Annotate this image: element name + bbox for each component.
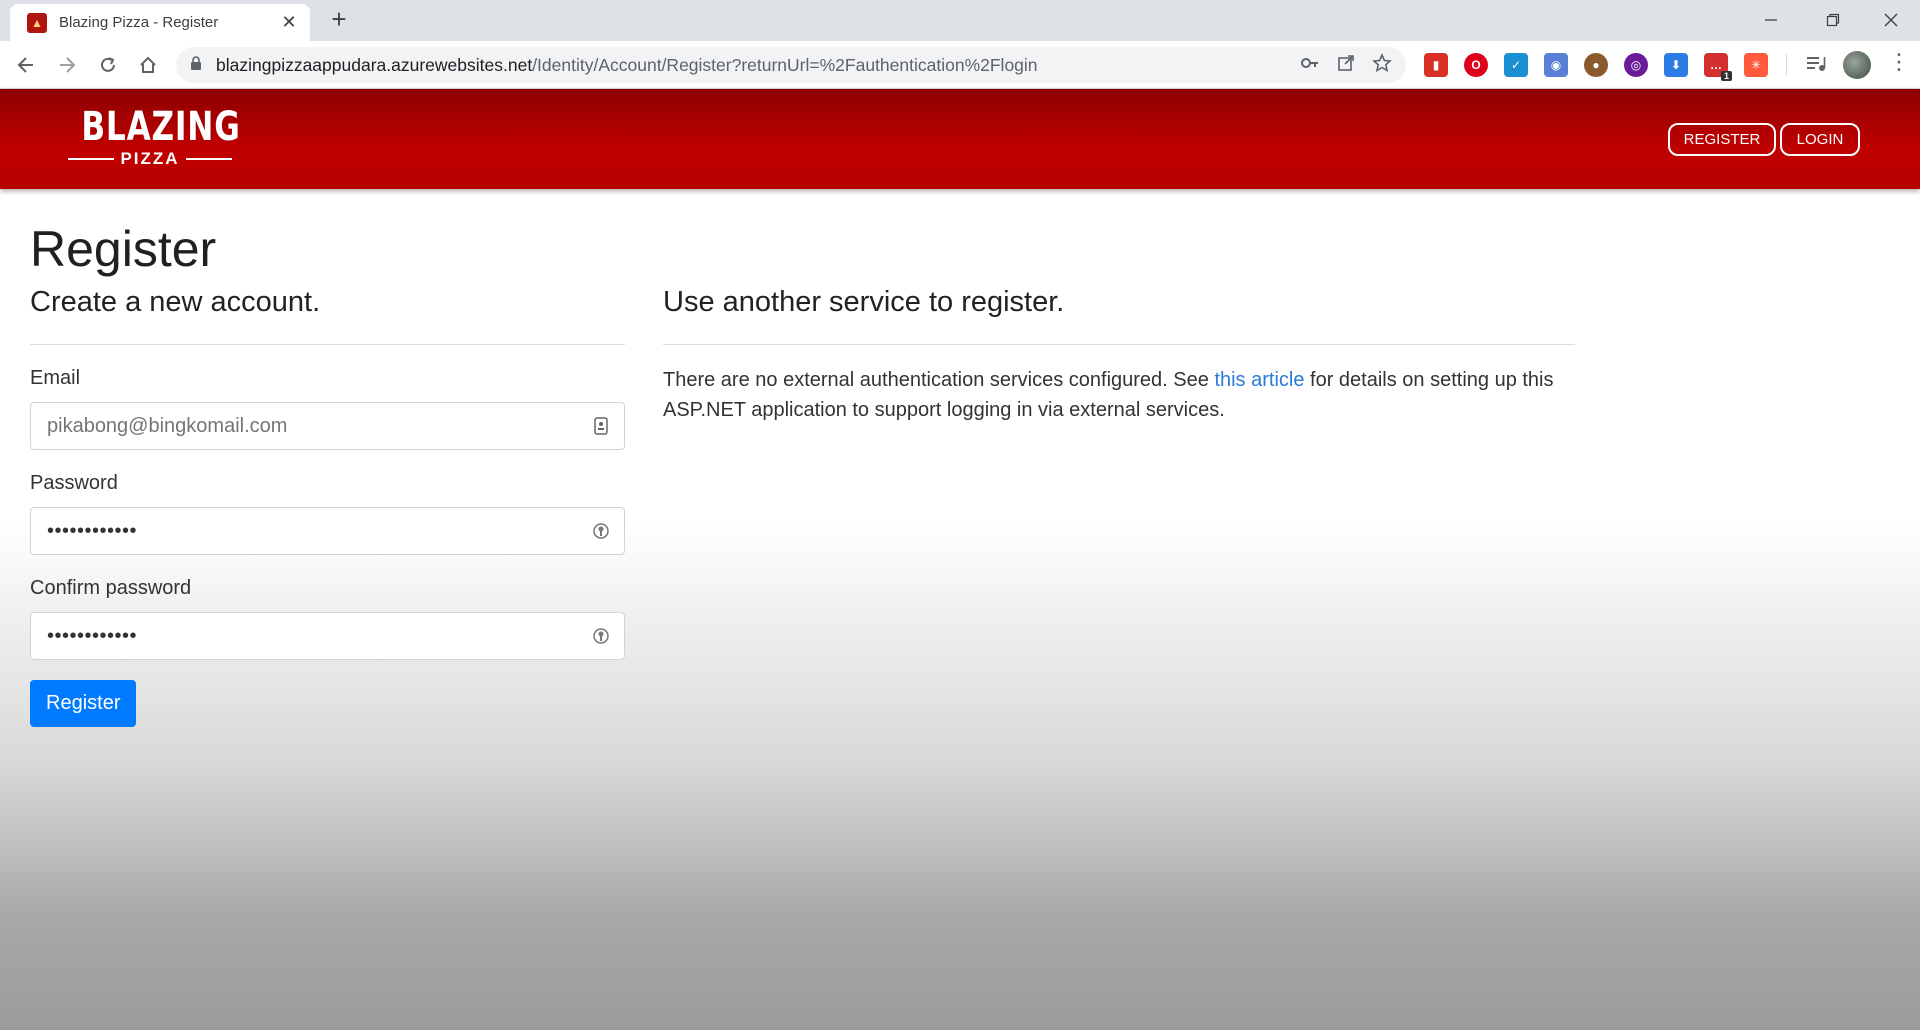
minimize-window-icon[interactable]	[1748, 4, 1794, 36]
browser-menu-icon[interactable]: ⋮	[1888, 51, 1910, 73]
open-external-icon[interactable]	[1336, 53, 1356, 78]
register-submit-button[interactable]: Register	[30, 680, 137, 727]
blazing-pizza-logo[interactable]: BLAZING PIZZA	[62, 104, 241, 173]
url-host: blazingpizzaappudara.azurewebsites.net	[216, 54, 533, 75]
restore-window-icon[interactable]	[1810, 4, 1856, 36]
confirm-password-field[interactable]: ••••••••••••	[30, 612, 625, 660]
password-value: ••••••••••••	[47, 519, 138, 542]
browser-toolbar: blazingpizzaappudara.azurewebsites.net/I…	[0, 41, 1920, 89]
logo-line-left	[68, 158, 115, 160]
browser-tab[interactable]: ▲ Blazing Pizza - Register ✕	[10, 4, 310, 41]
create-account-heading: Create a new account.	[30, 286, 321, 318]
close-window-icon[interactable]	[1868, 4, 1914, 36]
close-tab-icon[interactable]: ✕	[278, 12, 300, 33]
confirm-password-key-icon[interactable]	[591, 626, 611, 646]
external-service-heading: Use another service to register.	[663, 286, 1065, 318]
extensions-bar: ▮ O ✓ ◉ ● ◎ ⬇ … 1 ✳	[1424, 51, 1871, 81]
external-login-section: Use another service to register. There a…	[663, 286, 1575, 425]
password-key-icon[interactable]	[591, 521, 611, 541]
pizza-favicon-icon: ▲	[27, 12, 47, 33]
forward-arrow-icon[interactable]	[51, 49, 83, 81]
header-register-button[interactable]: REGISTER	[1668, 123, 1776, 156]
password-field[interactable]: ••••••••••••	[30, 507, 625, 555]
messages-badge: 1	[1720, 71, 1732, 81]
lock-icon	[190, 56, 202, 74]
camera-extension-icon[interactable]: ◉	[1544, 53, 1568, 77]
cookie-extension-icon[interactable]: ●	[1584, 53, 1608, 77]
divider	[663, 344, 1575, 345]
password-label: Password	[30, 472, 118, 494]
logo-bottom: PIZZA	[62, 149, 238, 169]
opera-extension-icon[interactable]: O	[1464, 53, 1488, 77]
browser-tabstrip: ▲ Blazing Pizza - Register ✕ +	[0, 0, 1920, 41]
logo-top-text: BLAZING	[81, 104, 241, 150]
url-text: blazingpizzaappudara.azurewebsites.net/I…	[216, 55, 1038, 76]
email-input[interactable]	[47, 414, 567, 438]
url-path: /Identity/Account/Register?returnUrl=%2F…	[532, 54, 1038, 75]
header-login-button[interactable]: LOGIN	[1780, 123, 1860, 156]
messages-extension-glyph: …	[1710, 58, 1722, 72]
this-article-link[interactable]: this article	[1214, 369, 1304, 391]
app-header: BLAZING PIZZA	[0, 89, 1920, 189]
external-auth-info: There are no external authentication ser…	[663, 365, 1573, 425]
new-tab-button[interactable]: +	[325, 6, 353, 34]
color-picker-extension-icon[interactable]: ◎	[1624, 53, 1648, 77]
back-arrow-icon[interactable]	[10, 49, 42, 81]
confirm-password-label: Confirm password	[30, 577, 192, 599]
bookmark-extension-icon[interactable]: ▮	[1424, 53, 1448, 77]
reload-icon[interactable]	[92, 49, 124, 81]
network-extension-icon[interactable]: ✳	[1744, 53, 1768, 77]
email-label: Email	[30, 367, 81, 389]
key-icon[interactable]	[1300, 53, 1320, 78]
media-control-icon[interactable]	[1805, 53, 1827, 78]
register-form-section: Create a new account. Email Password •••…	[30, 286, 625, 727]
toolbar-divider	[1786, 54, 1787, 76]
contact-card-icon[interactable]	[591, 416, 611, 436]
page-title: Register	[30, 221, 217, 277]
download-extension-icon[interactable]: ⬇	[1664, 53, 1688, 77]
divider	[30, 344, 625, 345]
tab-title: Blazing Pizza - Register	[59, 14, 219, 31]
checkbox-extension-icon[interactable]: ✓	[1504, 53, 1528, 77]
confirm-password-value: ••••••••••••	[47, 624, 138, 647]
messages-extension-icon[interactable]: … 1	[1704, 53, 1732, 81]
email-field[interactable]	[30, 402, 625, 450]
logo-bottom-text: PIZZA	[120, 149, 180, 168]
profile-avatar[interactable]	[1843, 51, 1871, 79]
address-bar[interactable]: blazingpizzaappudara.azurewebsites.net/I…	[176, 47, 1406, 83]
logo-line-right	[185, 158, 233, 160]
info-text-before: There are no external authentication ser…	[663, 369, 1215, 391]
bookmark-star-icon[interactable]	[1372, 52, 1392, 78]
home-icon[interactable]	[132, 49, 164, 81]
